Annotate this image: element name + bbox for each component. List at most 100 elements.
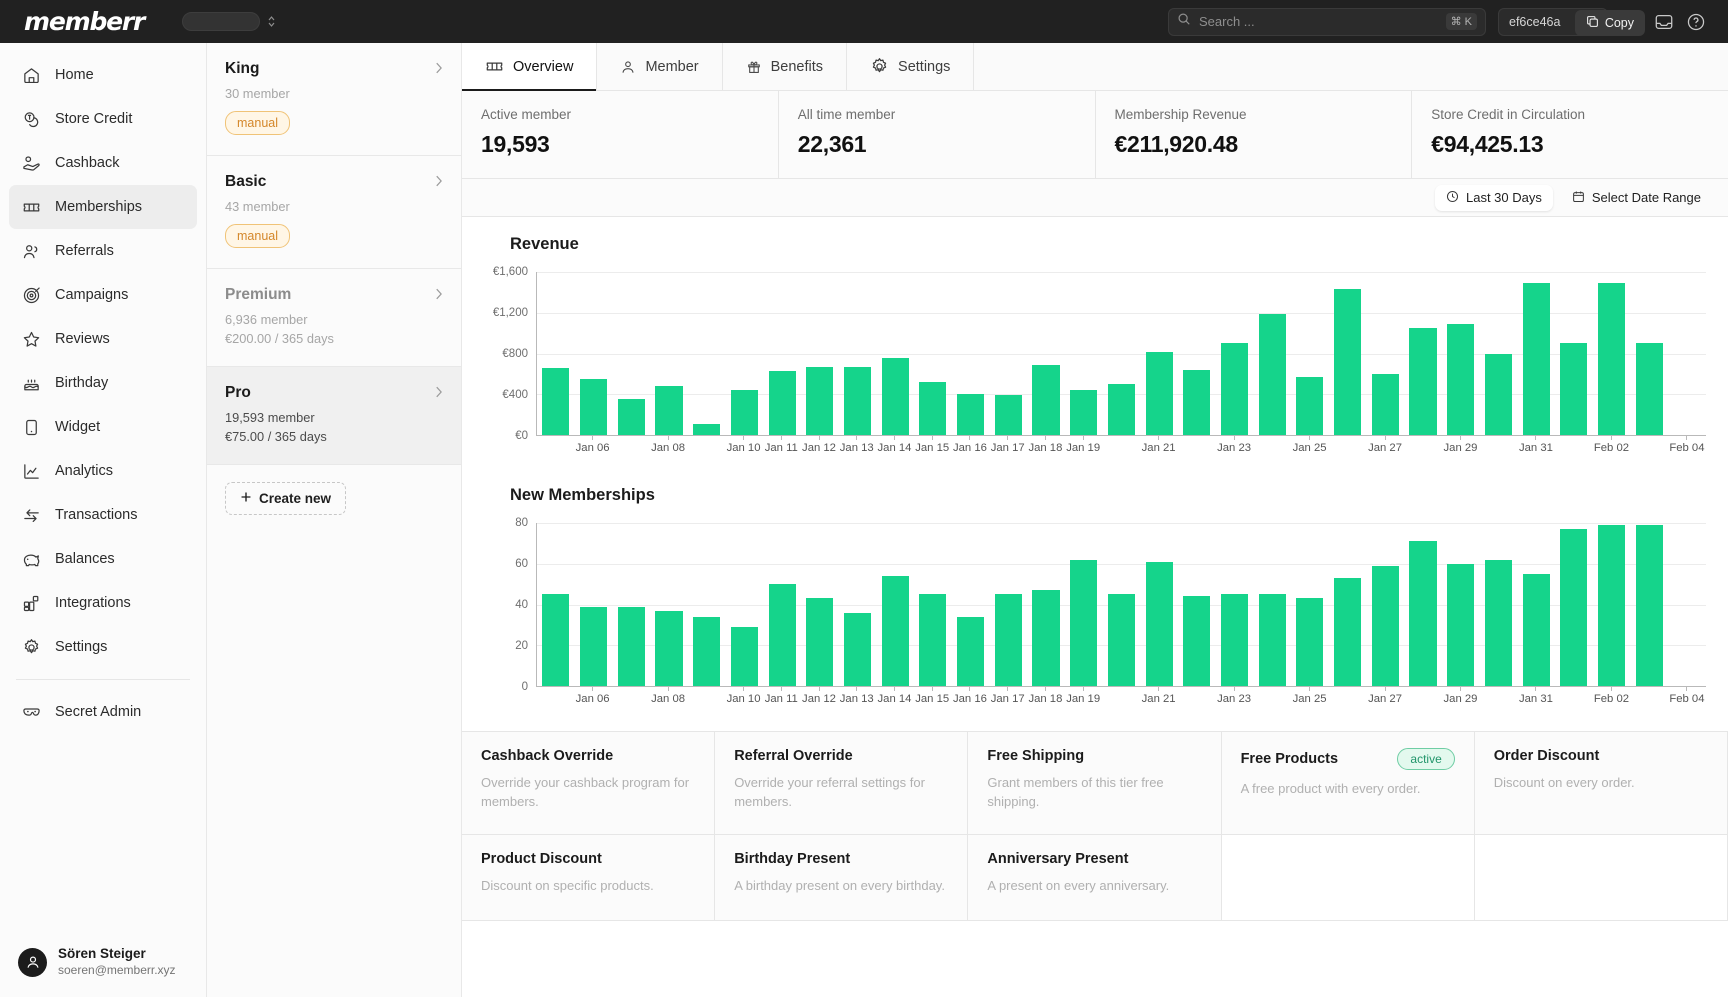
bar[interactable] xyxy=(1070,389,1098,435)
bar-column[interactable] xyxy=(1329,272,1367,435)
bar-column[interactable] xyxy=(1178,272,1216,435)
bar[interactable] xyxy=(1145,561,1173,686)
bar[interactable] xyxy=(693,424,721,435)
bar[interactable] xyxy=(1296,377,1324,435)
chevron-right-icon[interactable] xyxy=(434,61,443,78)
sidebar-item-balances[interactable]: Balances xyxy=(9,537,197,581)
bar-column[interactable] xyxy=(688,523,726,686)
bar[interactable] xyxy=(919,594,947,686)
bar[interactable] xyxy=(1447,323,1475,435)
bar-column[interactable] xyxy=(1630,272,1668,435)
bar[interactable] xyxy=(730,626,758,686)
sidebar-item-integrations[interactable]: Integrations xyxy=(9,581,197,625)
bar-column[interactable] xyxy=(1404,523,1442,686)
sidebar-item-reviews[interactable]: Reviews xyxy=(9,317,197,361)
bar-column[interactable] xyxy=(1291,523,1329,686)
bar[interactable] xyxy=(843,367,872,435)
bar-column[interactable] xyxy=(1253,523,1291,686)
bar-column[interactable] xyxy=(1480,272,1518,435)
bar-column[interactable] xyxy=(1216,523,1254,686)
bar-column[interactable] xyxy=(876,523,914,686)
sidebar-item-analytics[interactable]: Analytics xyxy=(9,449,197,493)
bar[interactable] xyxy=(1258,594,1286,686)
bar[interactable] xyxy=(957,616,985,686)
bar[interactable] xyxy=(1145,352,1173,435)
bar[interactable] xyxy=(655,385,683,435)
bar[interactable] xyxy=(1447,563,1475,686)
sidebar-item-memberships[interactable]: Memberships xyxy=(9,185,197,229)
bar[interactable] xyxy=(542,594,570,686)
bar-column[interactable] xyxy=(537,523,575,686)
bar[interactable] xyxy=(542,367,570,435)
bar[interactable] xyxy=(994,394,1022,435)
bar-column[interactable] xyxy=(1065,523,1103,686)
bar-column[interactable] xyxy=(1404,272,1442,435)
bar-column[interactable] xyxy=(1291,272,1329,435)
bar-column[interactable] xyxy=(914,272,952,435)
bar[interactable] xyxy=(1635,342,1663,435)
store-selector-pill[interactable] xyxy=(182,12,261,31)
chevron-right-icon[interactable] xyxy=(434,174,443,191)
bar-column[interactable] xyxy=(1140,523,1178,686)
bar[interactable] xyxy=(1107,383,1135,435)
benefit-card[interactable]: Order Discount Discount on every order. xyxy=(1474,732,1728,835)
benefit-card[interactable]: Cashback Override Override your cashback … xyxy=(462,732,716,835)
bar-column[interactable] xyxy=(1366,523,1404,686)
chevron-right-icon[interactable] xyxy=(434,287,443,304)
tier-item-king[interactable]: King 30 member manual xyxy=(207,43,461,156)
tab-overview[interactable]: Overview xyxy=(462,43,598,91)
sidebar-item-transactions[interactable]: Transactions xyxy=(9,493,197,537)
bar-column[interactable] xyxy=(1140,272,1178,435)
sidebar-item-birthday[interactable]: Birthday xyxy=(9,361,197,405)
bar-column[interactable] xyxy=(575,523,613,686)
bar[interactable] xyxy=(1220,343,1249,435)
bar[interactable] xyxy=(1296,598,1324,686)
bar-column[interactable] xyxy=(1366,272,1404,435)
bar-column[interactable] xyxy=(1480,523,1518,686)
bar[interactable] xyxy=(1258,313,1286,435)
bar[interactable] xyxy=(1032,590,1060,686)
tier-item-premium[interactable]: Premium 6,936 member €200.00 / 365 days xyxy=(207,269,461,367)
bar[interactable] xyxy=(1183,369,1211,435)
bar[interactable] xyxy=(843,612,872,686)
benefit-card[interactable]: Referral Override Override your referral … xyxy=(715,732,969,835)
bar-column[interactable] xyxy=(1216,272,1254,435)
bar[interactable] xyxy=(1560,342,1588,435)
bar[interactable] xyxy=(1522,573,1550,686)
select-date-range-button[interactable]: Select Date Range xyxy=(1561,185,1712,211)
bar[interactable] xyxy=(1107,594,1135,686)
last-30-days-button[interactable]: Last 30 Days xyxy=(1435,184,1553,211)
sidebar-item-store-credit[interactable]: Store Credit xyxy=(9,97,197,141)
tab-member[interactable]: Member xyxy=(597,43,723,90)
bar-column[interactable] xyxy=(1517,272,1555,435)
create-new-button[interactable]: Create new xyxy=(225,482,347,515)
bar-column[interactable] xyxy=(1065,272,1103,435)
bar-column[interactable] xyxy=(1668,272,1706,435)
bar-column[interactable] xyxy=(650,272,688,435)
bar[interactable] xyxy=(1220,594,1249,686)
benefit-card[interactable]: Anniversary Present A present on every an… xyxy=(968,834,1222,921)
bar[interactable] xyxy=(617,606,645,686)
sidebar-item-campaigns[interactable]: Campaigns xyxy=(9,273,197,317)
sidebar-item-cashback[interactable]: Cashback xyxy=(9,141,197,185)
bar-column[interactable] xyxy=(914,523,952,686)
bar-column[interactable] xyxy=(989,523,1027,686)
bar[interactable] xyxy=(1597,525,1626,686)
bar[interactable] xyxy=(919,382,947,435)
bar[interactable] xyxy=(693,616,721,686)
bar[interactable] xyxy=(1334,578,1362,686)
bar[interactable] xyxy=(881,357,909,435)
user-profile[interactable]: Sören Steiger soeren@memberr.xyz xyxy=(0,945,206,979)
bar-column[interactable] xyxy=(1253,272,1291,435)
bar[interactable] xyxy=(1409,541,1437,686)
benefit-card[interactable]: Free Products active A free product with e… xyxy=(1221,732,1475,835)
api-key-field[interactable]: ef6ce46a Copy xyxy=(1498,7,1645,36)
benefit-card[interactable]: Free Shipping Grant members of this tier … xyxy=(968,732,1222,835)
bar-column[interactable] xyxy=(612,523,650,686)
tab-benefits[interactable]: Benefits xyxy=(722,43,848,90)
bar-column[interactable] xyxy=(989,272,1027,435)
bar-column[interactable] xyxy=(1668,523,1706,686)
copy-button[interactable]: Copy xyxy=(1574,9,1645,36)
sidebar-item-settings[interactable]: Settings xyxy=(9,625,197,669)
search-input[interactable]: Search ... ⌘ K xyxy=(1168,7,1486,36)
